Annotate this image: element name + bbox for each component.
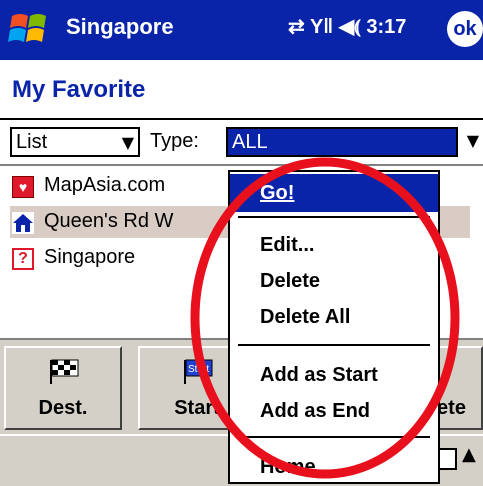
menu-item-delete-all[interactable]: Delete All — [230, 298, 438, 336]
page-header: My Favorite — [0, 60, 483, 120]
chevron-down-icon: ▼ — [121, 133, 134, 152]
type-dropdown[interactable]: ALL ▼ — [226, 127, 483, 157]
title-bar: Singapore ⇄ Y‖ ◀⦅ 3:17 ok — [0, 0, 483, 60]
dest-button[interactable]: Dest. — [4, 346, 122, 430]
windows-start-icon[interactable] — [6, 8, 58, 52]
question-icon: ? — [12, 248, 34, 270]
filter-bar: List ▼ Type: ALL ▼ — [0, 120, 483, 166]
ok-button[interactable]: ok — [447, 11, 483, 47]
chevron-down-icon: ▼ — [466, 131, 479, 150]
start-flag-icon-text: Start — [188, 364, 209, 375]
menu-item-label: Edit... — [260, 234, 315, 256]
menu-separator — [238, 344, 430, 346]
menu-item-label: Delete — [260, 270, 321, 292]
menu-item-add-as-start[interactable]: Add as Start — [230, 356, 438, 394]
menu-item-go[interactable]: Go! — [230, 174, 438, 212]
menu-item-delete[interactable]: Delete — [230, 262, 438, 300]
list-item-label: Queen's Rd W — [44, 210, 174, 232]
app-title: Singapore — [66, 14, 174, 39]
checkered-flag-icon — [50, 359, 79, 384]
menu-item-add-as-end[interactable]: Add as End — [230, 392, 438, 430]
heart-icon: ♥ — [12, 176, 34, 198]
context-menu: Go! Edit... Delete Delete All Add as Sta… — [228, 170, 440, 484]
view-dropdown-value: List — [16, 131, 48, 153]
house-icon — [12, 212, 34, 234]
type-label: Type: — [150, 130, 199, 152]
menu-item-label: Add as Start — [260, 364, 378, 386]
page-title: My Favorite — [12, 76, 146, 103]
view-dropdown[interactable]: List ▼ — [10, 127, 140, 157]
menu-item-home[interactable]: Home — [230, 448, 438, 486]
menu-item-label: Go! — [260, 182, 295, 204]
status-icons[interactable]: ⇄ Y‖ ◀⦅ 3:17 — [288, 14, 406, 39]
type-dropdown-value: ALL — [226, 127, 458, 157]
menu-item-label: Delete All — [260, 306, 351, 328]
menu-separator — [238, 436, 430, 438]
menu-separator — [238, 216, 430, 218]
menu-item-edit[interactable]: Edit... — [230, 226, 438, 264]
dest-button-label: Dest. — [38, 397, 88, 419]
menu-item-label: Home — [260, 456, 316, 478]
list-item-label: MapAsia.com — [44, 174, 166, 196]
menu-item-label: Add as End — [260, 400, 371, 422]
start-flag-icon: Start — [184, 359, 213, 384]
list-item-label: Singapore — [44, 246, 136, 268]
chevron-up-icon[interactable]: ▲ — [462, 444, 476, 465]
